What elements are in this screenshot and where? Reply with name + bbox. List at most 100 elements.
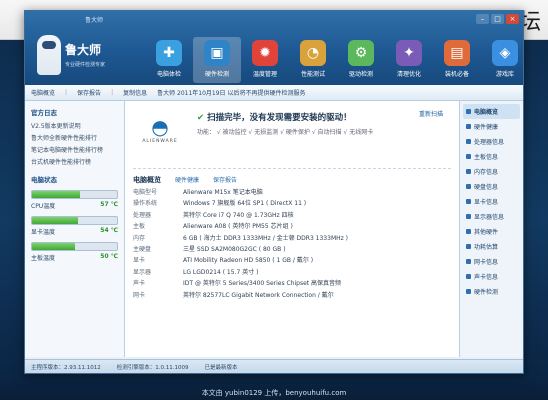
- spec-value: 6 GB ( 海力士 DDR3 1333MHz / 金士顿 DDR3 1333M…: [183, 234, 349, 242]
- log-title: 官方日志: [31, 109, 57, 117]
- hardware-health-link[interactable]: 硬件健康: [175, 175, 199, 185]
- toolbar-label: 清理优化: [396, 71, 421, 78]
- nav-item[interactable]: 电脑概览: [463, 104, 520, 119]
- spec-value: 英特尔 Core i7 Q 740 @ 1.73GHz 四核: [183, 211, 294, 219]
- meter-label: 显卡温度: [31, 229, 56, 236]
- sub-toolbar: 电脑概览 | 保存报告 | 复制信息 鲁大师 2011年10月19日 以后将不再…: [25, 85, 523, 101]
- logo-name: 鲁大师: [65, 43, 102, 57]
- save-report-button[interactable]: 保存报告: [213, 175, 237, 185]
- save-report-link[interactable]: 保存报告: [77, 88, 101, 97]
- nav-item-label: 主板信息: [474, 154, 499, 161]
- nav-bullet-icon: [466, 259, 471, 264]
- copy-info-link[interactable]: 复制信息: [123, 88, 147, 97]
- nav-item-label: 处理器信息: [474, 139, 505, 146]
- toolbar-driver-button[interactable]: ⚙ 驱动检测: [337, 37, 385, 83]
- spec-label: 主硬盘: [133, 246, 152, 254]
- spec-label: 显卡: [133, 257, 146, 265]
- scan-title-prefix: 扫描完毕，: [207, 113, 250, 123]
- nav-bullet-icon: [466, 139, 471, 144]
- spec-value: Windows 7 旗舰版 64位 SP1 ( DirectX 11 ): [183, 200, 307, 208]
- nav-item-label: 其他硬件: [474, 229, 499, 236]
- nav-item[interactable]: 显卡信息: [463, 194, 520, 209]
- nav-item[interactable]: 功耗估算: [463, 239, 520, 254]
- thermometer-icon: ✹: [252, 40, 278, 66]
- meter-value: 54 ℃: [100, 227, 118, 234]
- nav-item-label: 电脑概览: [474, 109, 499, 116]
- app-window: 鲁大师 – □ × 鲁大师 专业硬件检测专家 ✚ 电脑体检 ▣ 硬件检测 ✹ 温度管理 ◔ 性…: [24, 10, 524, 374]
- toolbar-stethoscope-button[interactable]: ✚ 电脑体检: [145, 37, 193, 83]
- meter-label: 主板温度: [31, 255, 56, 262]
- app-logo: 鲁大师 专业硬件检测专家: [33, 31, 129, 83]
- log-item[interactable]: 笔记本电脑硬件性能排行榜: [31, 145, 118, 154]
- nav-item[interactable]: 其他硬件: [463, 224, 520, 239]
- log-item[interactable]: 台式机硬件性能排行榜: [31, 157, 118, 166]
- spec-row: 内存 6 GB ( 海力士 DDR3 1333MHz / 金士顿 DDR3 133…: [133, 233, 433, 244]
- nav-item[interactable]: 显示器信息: [463, 209, 520, 224]
- brand-text: ALIENWARE: [142, 139, 178, 144]
- spec-row: 显卡 ATI Mobility Radeon HD 5850 ( 1 GB / 戴…: [133, 255, 433, 266]
- spec-value: Alienware A08 ( 英特尔 PM55 芯片组 ): [183, 223, 293, 231]
- spec-label: 显示器: [133, 268, 152, 276]
- scan-result-card: ◓ ALIENWARE ✔ 扫描完毕，没有发现需要安装的驱动！ 重新扫描 功能： …: [133, 105, 451, 169]
- nav-item[interactable]: 处理器信息: [463, 134, 520, 149]
- temperature-meter: CPU温度 57 ℃: [31, 190, 118, 210]
- main-panel: ◓ ALIENWARE ✔ 扫描完毕，没有发现需要安装的驱动！ 重新扫描 功能： …: [125, 101, 459, 357]
- spec-row: 主硬盘 三星 SSD SA2M080G2GC ( 80 GB ): [133, 244, 433, 255]
- driver-icon: ⚙: [348, 40, 374, 66]
- spec-label: 处理器: [133, 211, 152, 219]
- spec-row: 网卡 英特尔 82577LC Gigabit Network Connection…: [133, 290, 433, 301]
- maximize-button[interactable]: □: [491, 14, 504, 24]
- log-item[interactable]: V2.5版本更新说明: [31, 121, 118, 130]
- spec-label: 网卡: [133, 291, 146, 299]
- toolbar-box-button[interactable]: ▤ 装机必备: [433, 37, 481, 83]
- toolbar-broom-button[interactable]: ✦ 清理优化: [385, 37, 433, 83]
- scan-title: ✔ 扫描完毕，没有发现需要安装的驱动！: [197, 111, 352, 123]
- nav-item[interactable]: 硬盘信息: [463, 179, 520, 194]
- minimize-button[interactable]: –: [476, 14, 489, 24]
- overview-link[interactable]: 电脑概览: [31, 88, 55, 97]
- stethoscope-icon: ✚: [156, 40, 182, 66]
- engine-version: 检测引擎版本：1.0.11.1009: [116, 364, 189, 371]
- nav-item-label: 硬件检测: [474, 289, 499, 296]
- spec-label: 主板: [133, 223, 146, 231]
- nav-item[interactable]: 网卡信息: [463, 254, 520, 269]
- alien-head-icon: ◓: [151, 115, 169, 139]
- left-panel: 官方日志 V2.5版本更新说明 鲁大师全新硬件性能排行 笔记本电脑硬件性能排行榜…: [25, 101, 125, 357]
- spec-value: LG LGD0214 ( 15.7 英寸 ): [183, 268, 259, 276]
- main-version: 主程序版本：2.93.11.1012: [31, 364, 101, 371]
- nav-item[interactable]: 硬件健康: [463, 119, 520, 134]
- check-icon: ✔: [197, 113, 205, 123]
- overview-title: 电脑概览: [133, 176, 161, 184]
- spec-row: 电脑型号 Alienware M15x 笔记本电脑: [133, 187, 433, 198]
- log-item[interactable]: 鲁大师全新硬件性能排行: [31, 133, 118, 142]
- close-button[interactable]: ×: [506, 14, 519, 24]
- spec-row: 声卡 IDT @ 英特尔 5 Series/3400 Series Chipset…: [133, 278, 433, 289]
- toolbar-chip-button[interactable]: ▣ 硬件检测: [193, 37, 241, 83]
- meter-value: 50 ℃: [100, 253, 118, 260]
- rescan-button[interactable]: 重新扫描: [419, 109, 443, 118]
- chip-icon: ▣: [204, 40, 230, 66]
- toolbar-label: 性能测试: [300, 71, 325, 78]
- toolbar-label: 温度管理: [252, 71, 277, 78]
- meter-fill: [32, 217, 78, 224]
- meter-label: CPU温度: [31, 203, 56, 210]
- nav-bullet-icon: [466, 109, 471, 114]
- nav-item-label: 显示器信息: [474, 214, 505, 221]
- toolbar-thermometer-button[interactable]: ✹ 温度管理: [241, 37, 289, 83]
- spec-label: 操作系统: [133, 200, 158, 208]
- nav-item[interactable]: 主板信息: [463, 149, 520, 164]
- spec-row: 显示器 LG LGD0214 ( 15.7 英寸 ): [133, 267, 433, 278]
- toolbar-gamepad-button[interactable]: ◈ 游戏库: [481, 37, 529, 83]
- nav-item[interactable]: 声卡信息: [463, 269, 520, 284]
- box-icon: ▤: [444, 40, 470, 66]
- toolbar-gauge-button[interactable]: ◔ 性能测试: [289, 37, 337, 83]
- notice-text: 鲁大师 2011年10月19日 以后将不再提供硬件检测服务: [157, 90, 306, 97]
- content-area: 官方日志 V2.5版本更新说明 鲁大师全新硬件性能排行 笔记本电脑硬件性能排行榜…: [25, 101, 523, 357]
- mascot-icon: [37, 35, 61, 75]
- spec-value: IDT @ 英特尔 5 Series/3400 Series Chipset 高…: [183, 280, 342, 288]
- nav-item[interactable]: 硬件检测: [463, 284, 520, 299]
- main-toolbar: ✚ 电脑体检 ▣ 硬件检测 ✹ 温度管理 ◔ 性能测试 ⚙ 驱动检测 ✦ 清理优化 ▤ 装机必备 ◈ 游戏库: [145, 37, 529, 83]
- spec-value: Alienware M15x 笔记本电脑: [183, 189, 263, 196]
- meter-value: 57 ℃: [100, 201, 118, 208]
- nav-item[interactable]: 内存信息: [463, 164, 520, 179]
